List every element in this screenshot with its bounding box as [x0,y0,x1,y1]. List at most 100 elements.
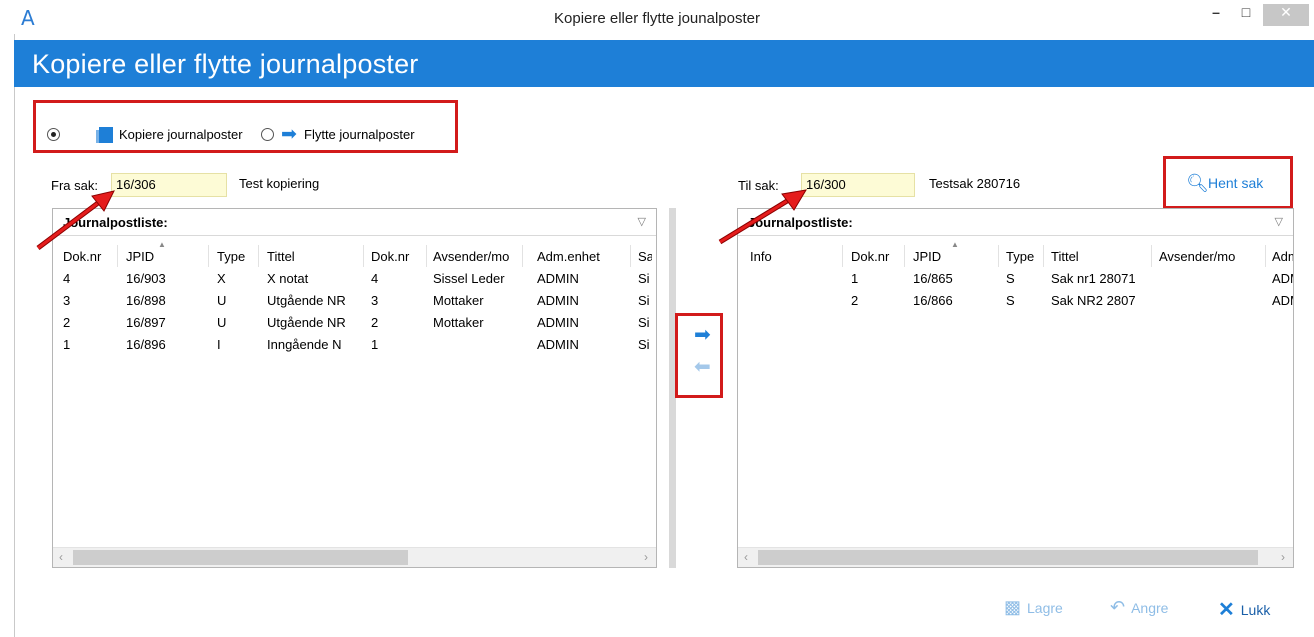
sort-asc-icon: ▲ [951,240,959,249]
header-banner: Kopiere eller flytte journalposter [14,40,1314,87]
scroll-right-icon[interactable]: › [644,550,648,564]
table-cell: 3 [63,293,71,308]
from-case-input[interactable]: 16/306 [111,173,227,197]
col-dok-nr-2[interactable]: Dok.nr [371,249,423,264]
col-adm[interactable]: Adm [1272,249,1293,264]
table-cell: I [217,337,221,352]
transfer-buttons: ➡ ⬅ [675,313,723,398]
scroll-left-icon[interactable]: ‹ [59,550,63,564]
chevron-down-icon[interactable]: ▽ [1275,215,1283,228]
move-radio[interactable] [261,128,274,141]
right-panel-header: Journalpostliste: ▽ [738,209,1293,236]
to-case-name: Testsak 280716 [929,176,1021,191]
scroll-left-icon[interactable]: ‹ [744,550,748,564]
table-cell: Inngående N [267,337,342,352]
table-row[interactable]: 3 16/898 U Utgående NR 3 Mottaker ADMIN Si [53,289,656,311]
from-case-name: Test kopiering [239,176,320,191]
table-cell: ADM [1272,293,1293,308]
minimize-button[interactable]: – [1199,4,1233,26]
copy-radio[interactable] [47,128,60,141]
table-cell: U [217,293,227,308]
arrow-left-icon[interactable]: ⬅ [694,354,711,379]
annotation-arrow-right [718,189,807,245]
search-icon: 🔍︎ [1186,173,1209,193]
col-type[interactable]: Type [1006,249,1042,264]
table-cell: 16/903 [126,271,166,286]
hent-sak-label: Hent sak [1208,175,1264,191]
table-cell: 16/897 [126,315,166,330]
table-cell: X [217,271,226,286]
table-cell: ADMIN [537,271,579,286]
move-label[interactable]: Flytte journalposter [304,127,415,142]
table-cell: ADM [1272,271,1293,286]
right-journalpost-panel: Journalpostliste: ▽ Info Dok.nr ▲ JPID T… [737,208,1294,568]
left-horizontal-scrollbar[interactable]: ‹ › [53,547,656,567]
table-cell: 1 [371,337,379,352]
col-avsender[interactable]: Avsender/mo [1159,249,1243,264]
col-adm-enhet[interactable]: Adm.enhet [537,249,627,264]
table-cell: 1 [63,337,71,352]
close-icon: ✕ [1218,599,1235,621]
copy-label[interactable]: Kopiere journalposter [119,127,243,142]
table-cell: Si [638,271,650,286]
table-cell: Sak NR2 2807 [1051,293,1136,308]
table-cell: 16/896 [126,337,166,352]
annotation-arrow-left [36,190,115,250]
col-tittel[interactable]: Tittel [1051,249,1145,264]
left-journalpost-panel: Journalpostliste: ▽ Dok.nr ▲ JPID Type T… [52,208,657,568]
col-jpid[interactable]: JPID [126,249,196,264]
sort-asc-icon: ▲ [158,240,166,249]
col-type[interactable]: Type [217,249,257,264]
table-cell: Utgående NR [267,293,346,308]
save-button[interactable]: ▩ Lagre [1004,597,1063,618]
table-cell: Sak nr1 28071 [1051,271,1136,286]
move-arrow-icon: ➡ [281,124,297,145]
copy-icon [96,127,113,143]
right-horizontal-scrollbar[interactable]: ‹ › [738,547,1293,567]
left-column-headers: Dok.nr ▲ JPID Type Tittel Dok.nr Avsende… [53,237,656,267]
undo-label: Angre [1131,599,1169,616]
to-case-input[interactable]: 16/300 [801,173,915,197]
close-button[interactable]: ✕ Lukk [1218,597,1270,622]
col-jpid[interactable]: JPID [913,249,993,264]
scroll-right-icon[interactable]: › [1281,550,1285,564]
table-row[interactable]: 2 16/866 S Sak NR2 2807 ADM [738,289,1293,311]
hent-sak-button[interactable]: 🔍︎ Hent sak [1163,156,1293,209]
left-panel-header: Journalpostliste: ▽ [53,209,656,236]
chevron-down-icon[interactable]: ▽ [638,215,646,228]
table-cell: 3 [371,293,379,308]
table-cell: S [1006,293,1015,308]
col-sak[interactable]: Sa [638,249,652,264]
maximize-button[interactable]: □ [1229,4,1263,26]
undo-button[interactable]: ↶ Angre [1110,597,1168,618]
scrollbar-thumb[interactable] [758,550,1258,565]
table-cell: U [217,315,227,330]
table-cell: Mottaker [433,293,484,308]
table-row[interactable]: 1 16/896 I Inngående N 1 ADMIN Si [53,333,656,355]
col-info[interactable]: Info [750,249,830,264]
close-window-button[interactable]: ✕ [1263,4,1309,26]
table-cell: 2 [371,315,379,330]
title-bar: A Kopiere eller flytte jounalposter – □ … [0,0,1314,34]
arrow-right-icon[interactable]: ➡ [694,322,711,347]
table-cell: Si [638,315,650,330]
scrollbar-thumb[interactable] [73,550,408,565]
window-title: Kopiere eller flytte jounalposter [554,10,760,27]
undo-icon: ↶ [1110,597,1126,617]
table-row[interactable]: 1 16/865 S Sak nr1 28071 ADM [738,267,1293,289]
table-cell: X notat [267,271,309,286]
table-cell: 16/898 [126,293,166,308]
table-cell: Si [638,337,650,352]
col-tittel[interactable]: Tittel [267,249,362,264]
table-row[interactable]: 2 16/897 U Utgående NR 2 Mottaker ADMIN Si [53,311,656,333]
table-cell: 1 [851,271,859,286]
table-cell: Utgående NR [267,315,346,330]
col-avsender[interactable]: Avsender/mo [433,249,517,264]
col-dok-nr[interactable]: Dok.nr [851,249,901,264]
table-row[interactable]: 4 16/903 X X notat 4 Sissel Leder ADMIN Si [53,267,656,289]
page-title: Kopiere eller flytte journalposter [32,49,419,79]
table-cell: 16/865 [913,271,953,286]
table-cell: S [1006,271,1015,286]
table-cell: 2 [63,315,71,330]
close-label: Lukk [1240,601,1271,618]
